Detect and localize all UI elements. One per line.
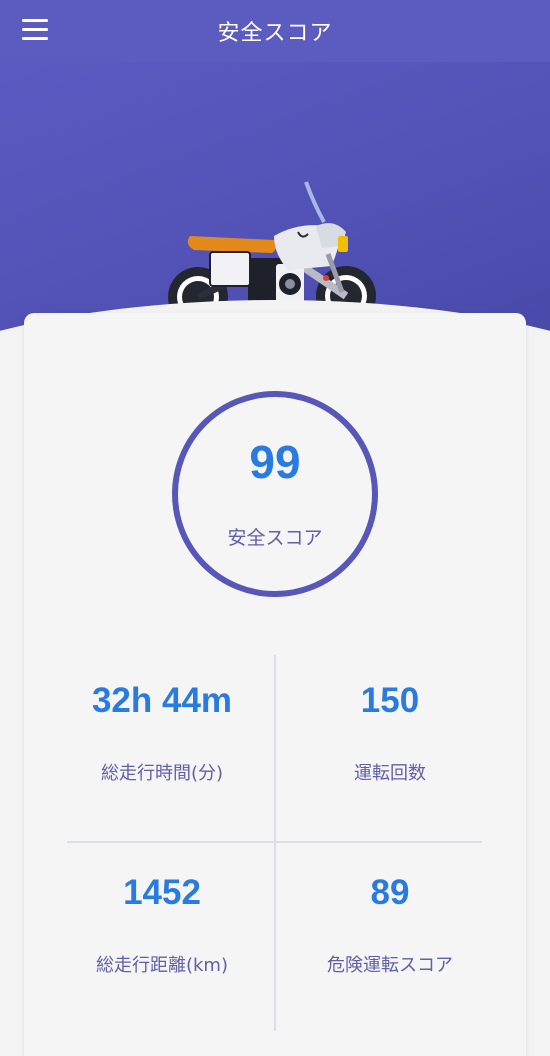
hamburger-menu-icon[interactable] [22, 18, 50, 42]
stat-value: 32h 44m [91, 681, 233, 720]
safety-score-value: 99 [249, 436, 301, 488]
safety-score-label: 安全スコア [227, 527, 323, 549]
safety-score-ring: 99 安全スコア [172, 391, 378, 597]
stat-danger-score: 89 危険運転スコア [270, 873, 510, 977]
app-screen: 安全スコア 99 安全スコア 32h 44m 総走行時間(分) 150 運転回数… [0, 0, 550, 1056]
stat-label: 総走行時間(分) [100, 763, 224, 784]
horizontal-divider [67, 841, 482, 843]
stat-value: 1452 [123, 873, 201, 912]
stat-value: 89 [370, 873, 410, 912]
top-navbar: 安全スコア [0, 0, 550, 62]
stat-label: 運転回数 [354, 763, 426, 784]
score-card: 99 安全スコア 32h 44m 総走行時間(分) 150 運転回数 1452 … [24, 313, 526, 1056]
stat-value: 150 [360, 681, 420, 720]
page-title: 安全スコア [217, 21, 333, 46]
menu-bar [22, 37, 48, 40]
menu-bar [22, 19, 48, 22]
stat-label: 危険運転スコア [327, 955, 453, 976]
stat-total-drive-time: 32h 44m 総走行時間(分) [42, 681, 282, 785]
stat-total-distance: 1452 総走行距離(km) [42, 873, 282, 977]
menu-bar [22, 28, 48, 31]
stat-drive-count: 150 運転回数 [270, 681, 510, 785]
stat-label: 総走行距離(km) [95, 955, 228, 976]
